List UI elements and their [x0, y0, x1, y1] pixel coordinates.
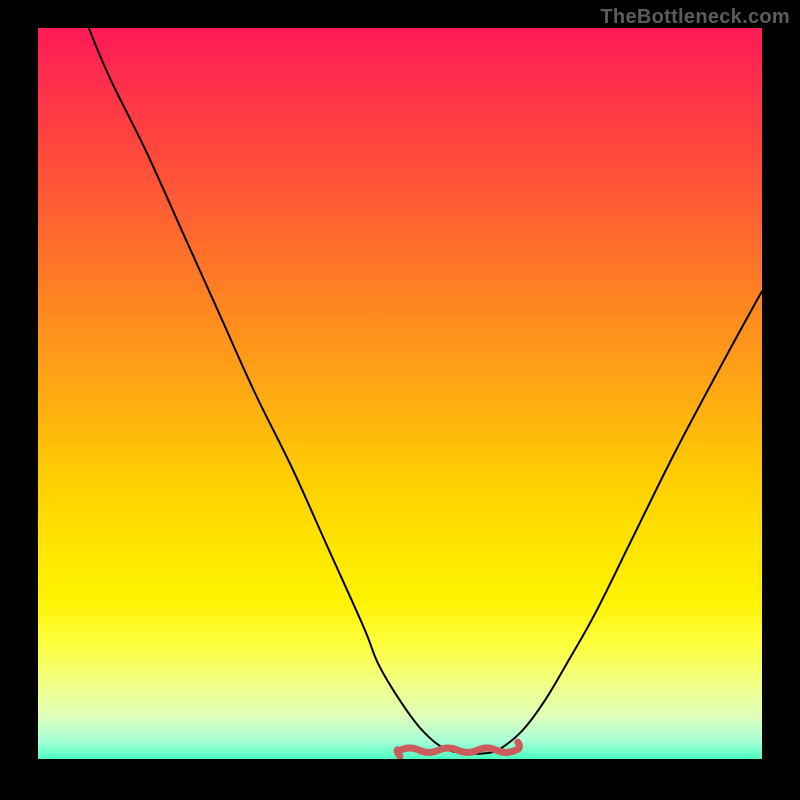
bottleneck-curve — [89, 28, 762, 754]
trough-accent — [397, 742, 519, 756]
plot-area — [38, 28, 762, 759]
chart-frame: TheBottleneck.com — [0, 0, 800, 800]
watermark-text: TheBottleneck.com — [600, 6, 790, 29]
bottleneck-curve-svg — [38, 28, 762, 759]
